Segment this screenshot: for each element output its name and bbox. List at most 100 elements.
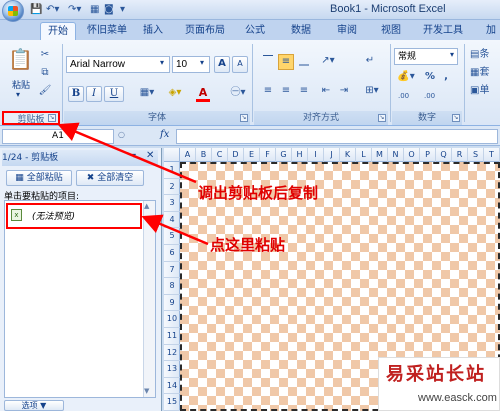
row-header[interactable]: 13 [164,361,180,378]
column-header[interactable]: A [180,148,196,162]
column-header[interactable]: E [244,148,260,162]
cell-styles-button[interactable]: ▣单 [470,84,498,98]
tab-developer[interactable]: 开发工具 [418,22,468,40]
column-header[interactable]: J [324,148,340,162]
format-table-button[interactable]: ▦套 [470,66,498,80]
tab-addins[interactable]: 加 [484,22,498,40]
redo-icon[interactable]: ↷▾ [68,3,81,17]
underline-button[interactable]: U [104,86,124,102]
align-bottom-icon[interactable]: ⎽ [296,54,312,68]
tab-home[interactable]: 开始 [40,22,76,40]
cut-icon[interactable]: ✂ [38,48,52,62]
column-header[interactable]: Q [436,148,452,162]
tab-page-layout[interactable]: 页面布局 [178,22,232,40]
insert-function-button[interactable]: fx [160,129,169,140]
tab-view[interactable]: 视图 [376,22,406,40]
scroll-up-icon[interactable]: ▲ [144,202,149,210]
align-left-icon[interactable]: ≡ [260,84,276,98]
column-header[interactable]: T [484,148,500,162]
font-size-field[interactable]: 10 [172,56,210,73]
alignment-launcher-icon[interactable]: ↘ [378,114,386,122]
italic-button[interactable]: I [86,86,102,102]
increase-indent-icon[interactable]: ⇥ [336,84,352,98]
undo-icon[interactable]: ↶▾ [46,3,59,17]
column-header[interactable]: L [356,148,372,162]
phonetic-icon[interactable]: ㊀▾ [226,86,250,100]
column-header[interactable]: B [196,148,212,162]
paste-all-button[interactable]: ▦ 全部粘贴 [6,170,72,186]
align-right-icon[interactable]: ≡ [296,84,312,98]
column-header[interactable]: C [212,148,228,162]
number-format-dropdown-icon[interactable]: ▾ [450,50,454,59]
wrap-text-icon[interactable]: ↵ [362,54,378,68]
column-header[interactable]: R [452,148,468,162]
column-header[interactable]: I [308,148,324,162]
pane-close-icon[interactable]: ✕ [146,150,154,161]
row-header[interactable]: 4 [164,212,180,229]
row-header[interactable]: 8 [164,278,180,295]
align-middle-icon[interactable]: ≡ [278,54,294,70]
font-launcher-icon[interactable]: ↘ [240,114,248,122]
column-header[interactable]: H [292,148,308,162]
customize-qat-icon[interactable]: ▾ [120,3,125,17]
font-name-dropdown-icon[interactable]: ▾ [160,58,164,67]
scroll-down-icon[interactable]: ▼ [144,387,149,395]
name-box-splitter-icon[interactable]: ○ [118,130,158,139]
comma-button[interactable]: , [440,70,452,84]
tab-insert[interactable]: 插入 [138,22,168,40]
column-header[interactable]: N [388,148,404,162]
column-header[interactable]: M [372,148,388,162]
align-center-icon[interactable]: ≡ [278,84,294,98]
decrease-decimal-button[interactable]: .00 [424,92,435,100]
options-button[interactable]: 选项 ▼ [4,400,64,411]
row-header[interactable]: 9 [164,295,180,312]
tab-formulas[interactable]: 公式 [240,22,270,40]
number-launcher-icon[interactable]: ↘ [452,114,460,122]
column-header[interactable]: D [228,148,244,162]
paste-icon[interactable]: 📋 [8,46,33,72]
grow-font-button[interactable]: A [214,56,230,73]
row-header[interactable]: 15 [164,394,180,411]
decrease-indent-icon[interactable]: ⇤ [318,84,334,98]
name-box[interactable]: A1 [2,129,114,144]
column-header[interactable]: G [276,148,292,162]
conditional-format-button[interactable]: ▤条 [470,48,498,62]
row-header[interactable]: 7 [164,262,180,279]
select-all-button[interactable] [164,148,180,162]
increase-decimal-button[interactable]: .00 [398,92,409,100]
column-header[interactable]: F [260,148,276,162]
column-header[interactable]: O [404,148,420,162]
row-header[interactable]: 3 [164,195,180,212]
borders-icon[interactable]: ▦▾ [136,86,158,100]
tab-review[interactable]: 审阅 [332,22,362,40]
row-header[interactable]: 12 [164,345,180,362]
tab-classic-menu[interactable]: 怀旧菜单 [82,22,132,40]
column-header[interactable]: S [468,148,484,162]
clipboard-launcher-icon[interactable]: ↘ [48,114,56,122]
column-header[interactable]: P [420,148,436,162]
copy-icon[interactable]: ⧉ [38,66,52,80]
clipboard-list-scrollbar[interactable] [143,201,155,397]
row-header[interactable]: 11 [164,328,180,345]
currency-icon[interactable]: 💰▾ [396,70,416,84]
merge-center-icon[interactable]: ⊞▾ [362,84,382,98]
shrink-font-button[interactable]: A [232,56,248,73]
font-size-dropdown-icon[interactable]: ▾ [200,58,204,67]
column-header[interactable]: K [340,148,356,162]
row-header[interactable]: 14 [164,378,180,395]
clear-all-button[interactable]: ✖ 全部清空 [76,170,144,186]
paste-dropdown-icon[interactable]: ▾ [16,90,20,99]
save-icon[interactable]: 💾 [30,3,42,17]
sheet-icon[interactable]: ▦ [90,3,99,17]
row-header[interactable]: 2 [164,179,180,196]
row-header[interactable]: 6 [164,245,180,262]
row-header[interactable]: 1 [164,162,180,179]
camera-icon[interactable]: ◙ [104,3,114,17]
fill-color-icon[interactable]: ◈▾ [164,86,186,100]
font-color-button[interactable]: A [196,86,210,102]
format-painter-icon[interactable]: 🖌 [38,84,52,98]
tab-data[interactable]: 数据 [286,22,316,40]
office-button[interactable] [2,0,24,22]
align-top-icon[interactable]: ⎺ [260,54,276,68]
pane-menu-icon[interactable]: ▾ [132,151,136,160]
